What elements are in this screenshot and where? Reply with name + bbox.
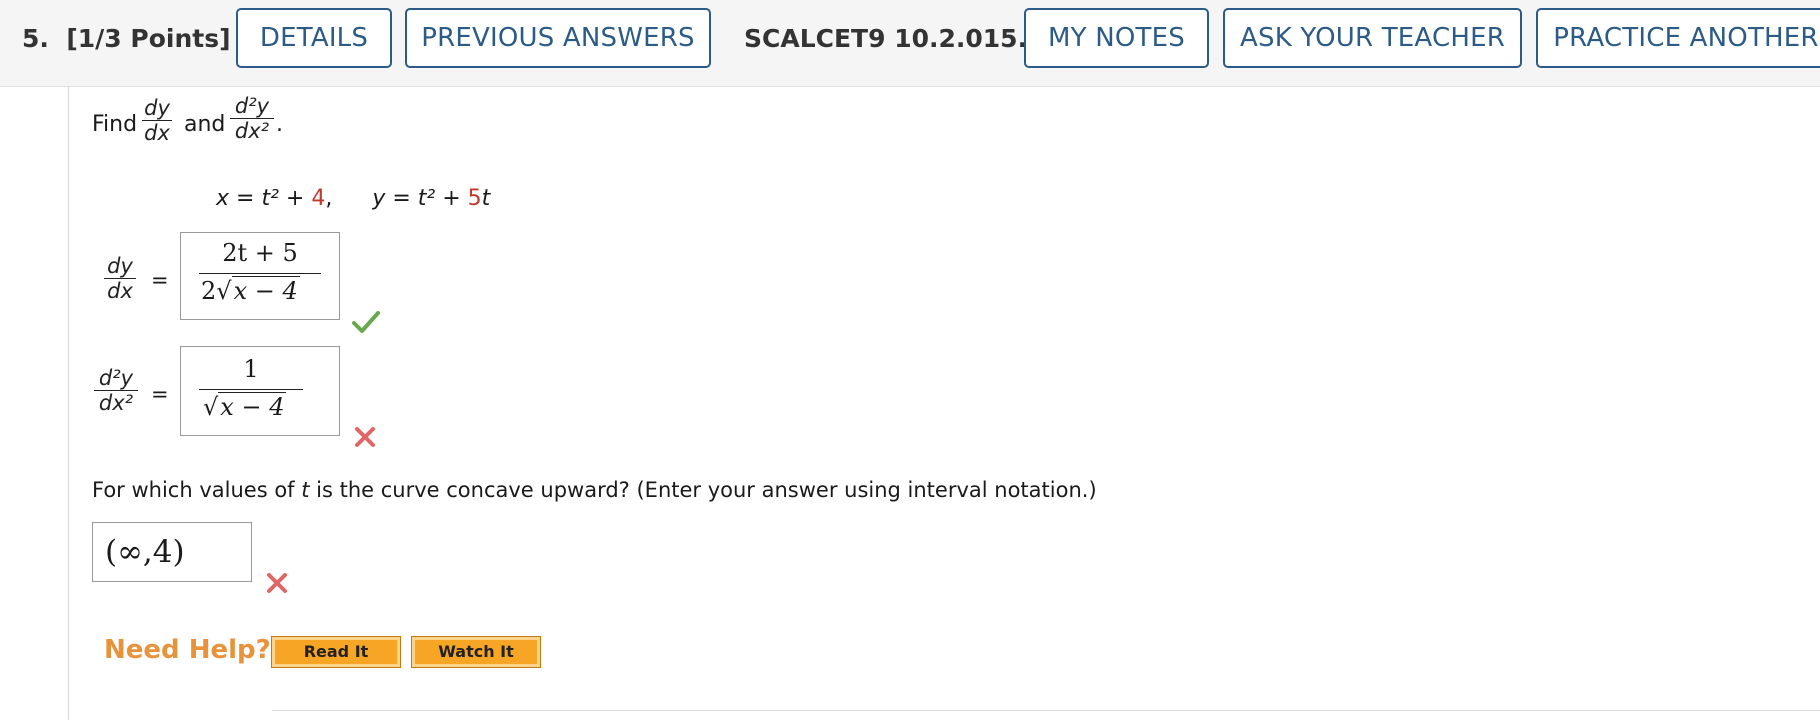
read-it-button[interactable]: Read It [271,636,401,668]
frac-denominator: dx [107,279,133,303]
question-text-start: For which values of [92,478,302,502]
find-label: Find [92,112,138,137]
practice-another-button[interactable]: PRACTICE ANOTHER [1536,8,1820,68]
dy-dx-answer-box[interactable]: 2t + 5 2√x − 4 [180,232,340,320]
frac-denominator: dx² [234,119,270,143]
denominator-coefficient: 2 [201,277,217,305]
question-number: 5. [1/3 Points] [22,24,231,53]
y-variable: t [481,186,491,211]
d2y-dx2-label: d²y dx² [94,366,138,415]
frac-denominator: dx [144,121,170,145]
section-divider [272,710,1820,711]
dy-dx-denominator: 2√x − 4 [201,276,300,305]
dy-dx-fraction: dy dx [142,96,172,145]
question-header: 5. [1/3 Points] DETAILS PREVIOUS ANSWERS… [0,0,1820,87]
y-coefficient: 5 [467,186,482,211]
period: . [276,112,283,137]
sqrt-symbol: √ [216,277,232,305]
parametric-equations: x = t² + 4, y = t² + 5t [216,186,490,211]
x-constant: 4 [311,186,326,211]
x-equation-lhs: x = t² + [216,186,312,211]
equals-sign: = [151,268,169,292]
previous-answers-button[interactable]: PREVIOUS ANSWERS [405,8,711,68]
frac-numerator: dy [144,96,170,120]
frac-numerator: dy [107,254,133,278]
my-notes-button[interactable]: MY NOTES [1024,8,1209,68]
d2y-dx2-denominator: √x − 4 [203,392,287,421]
fraction-bar [199,273,321,274]
frac-denominator: dx² [98,391,134,415]
need-help-label: Need Help? [104,635,271,665]
concavity-question: For which values of t is the curve conca… [92,478,1097,502]
frac-numerator: d²y [234,94,270,118]
question-text-end: is the curve concave upward? (Enter your… [309,478,1097,502]
incorrect-x-icon [355,427,375,447]
correct-check-icon [352,311,380,333]
incorrect-x-icon [267,573,287,593]
d2y-dx2-numerator: 1 [243,355,259,383]
ask-your-teacher-button[interactable]: ASK YOUR TEACHER [1223,8,1522,68]
frac-numerator: d²y [98,366,134,390]
d2y-dx2-fraction: d²y dx² [230,94,274,143]
watch-it-button[interactable]: Watch It [411,636,541,668]
fraction-bar [199,389,303,390]
equation-separator: , [325,186,333,211]
question-id: SCALCET9 10.2.015. [744,24,1028,53]
points-label: [1/3 Points] [66,24,231,53]
equals-sign: = [151,382,169,406]
dy-dx-label: dy dx [104,254,136,303]
d2y-dx2-answer-box[interactable]: 1 √x − 4 [180,346,340,436]
radicand: x − 4 [231,276,300,305]
sqrt-symbol: √ [203,393,219,421]
radicand: x − 4 [218,392,287,421]
and-label: and [184,112,226,137]
y-equation-lhs: y = t² + [372,186,468,211]
content-left-rule [68,87,69,720]
dy-dx-numerator: 2t + 5 [222,239,298,267]
interval-answer-box[interactable]: (∞,4) [92,522,252,582]
details-button[interactable]: DETAILS [236,8,392,68]
